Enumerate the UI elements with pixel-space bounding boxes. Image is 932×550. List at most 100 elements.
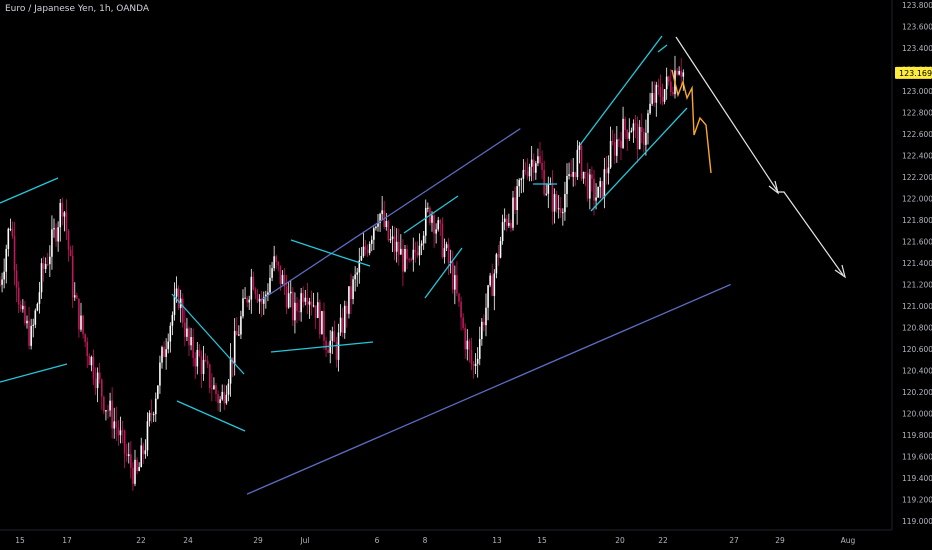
y-tick-label: 122.600	[902, 130, 932, 139]
candle-body	[219, 399, 221, 404]
y-tick-label: 123.800	[902, 1, 932, 10]
candle-body	[599, 181, 602, 187]
candle-body	[46, 264, 49, 266]
candle-body	[609, 141, 612, 168]
candle-body	[7, 228, 10, 249]
candle-body	[292, 291, 294, 321]
candle-body	[296, 302, 298, 312]
candle-body	[395, 241, 398, 252]
candle-body	[115, 421, 118, 428]
candle-body	[175, 288, 178, 297]
candle-body	[246, 297, 248, 303]
y-tick-label: 123.600	[902, 23, 932, 32]
candle-body	[528, 166, 531, 177]
candle-body	[352, 279, 354, 300]
candle-body	[310, 301, 313, 306]
candle-body	[294, 302, 296, 321]
candle-body	[34, 310, 37, 325]
y-tick-label: 120.800	[902, 324, 932, 333]
candle-body	[273, 256, 275, 269]
pattern-line	[270, 341, 374, 353]
y-tick-label: 120.400	[902, 367, 932, 376]
candle-body	[73, 295, 76, 298]
candle-body	[55, 228, 57, 242]
x-tick-label: 29	[253, 536, 263, 545]
candle-body	[285, 286, 288, 308]
x-tick-label: Aug	[841, 536, 856, 545]
candle-body	[188, 328, 190, 346]
chart-canvas[interactable]: 123.800123.600123.400123.200123.000122.8…	[0, 0, 932, 550]
candle-body	[9, 228, 12, 230]
candle-body	[595, 197, 597, 201]
candle-body	[316, 302, 319, 319]
candle-body	[447, 244, 450, 263]
candle-body	[499, 241, 502, 258]
candle-body	[111, 400, 113, 429]
candle-body	[53, 228, 55, 230]
candle-body	[591, 174, 593, 179]
candle-body	[308, 301, 311, 305]
candle-body	[530, 159, 533, 167]
candle-body	[113, 421, 116, 429]
candle-body	[130, 454, 132, 468]
candle-body	[157, 385, 159, 399]
candle-body	[327, 349, 329, 353]
candle-body	[439, 220, 442, 224]
candle-body	[223, 391, 226, 404]
candle-body	[603, 169, 606, 198]
candle-body	[271, 268, 273, 278]
candle-body	[655, 84, 658, 103]
candle-body	[123, 430, 126, 454]
candle-body	[360, 255, 363, 261]
candle-body	[269, 277, 271, 293]
candle-body	[65, 212, 68, 231]
candle-body	[163, 347, 165, 357]
candle-body	[117, 427, 120, 436]
candle-body	[437, 220, 440, 230]
candle-body	[458, 293, 460, 302]
candle-body	[551, 183, 554, 212]
y-tick-label: 121.400	[902, 259, 932, 268]
candle-body	[400, 248, 402, 255]
candle-body	[532, 159, 535, 173]
y-tick-label: 120.600	[902, 345, 932, 354]
pattern-line	[341, 256, 371, 267]
y-tick-label: 121.200	[902, 281, 932, 290]
candle-body	[678, 71, 680, 75]
candle-body	[418, 245, 421, 256]
candle-body	[454, 275, 456, 290]
candle-body	[607, 167, 610, 174]
candle-body	[611, 141, 614, 143]
candle-body	[105, 410, 107, 412]
candle-body	[535, 163, 537, 173]
candle-body	[82, 315, 84, 335]
y-tick-label: 123.400	[902, 44, 932, 53]
candle-body	[659, 87, 662, 97]
candle-body	[584, 171, 587, 173]
candle-body	[682, 72, 685, 77]
candle-body	[213, 385, 215, 390]
candle-body	[337, 332, 340, 360]
candle-body	[323, 311, 325, 341]
candle-body	[109, 400, 111, 411]
candle-body	[514, 197, 516, 211]
candle-body	[672, 91, 674, 95]
candle-body	[427, 207, 429, 209]
candle-body	[80, 315, 82, 330]
candle-body	[559, 208, 562, 213]
candle-body	[576, 149, 579, 178]
candle-body	[354, 274, 356, 280]
candle-body	[468, 340, 471, 350]
candle-body	[49, 256, 51, 265]
candle-body	[321, 311, 323, 335]
candle-body	[389, 238, 392, 241]
candle-body	[67, 230, 70, 250]
x-tick-label: 13	[492, 536, 502, 545]
candle-body	[92, 356, 95, 379]
candle-body	[287, 293, 290, 308]
candle-body	[211, 387, 213, 390]
candle-body	[501, 222, 504, 242]
candle-body	[221, 391, 224, 400]
candle-body	[306, 297, 309, 305]
candle-body	[487, 285, 489, 308]
